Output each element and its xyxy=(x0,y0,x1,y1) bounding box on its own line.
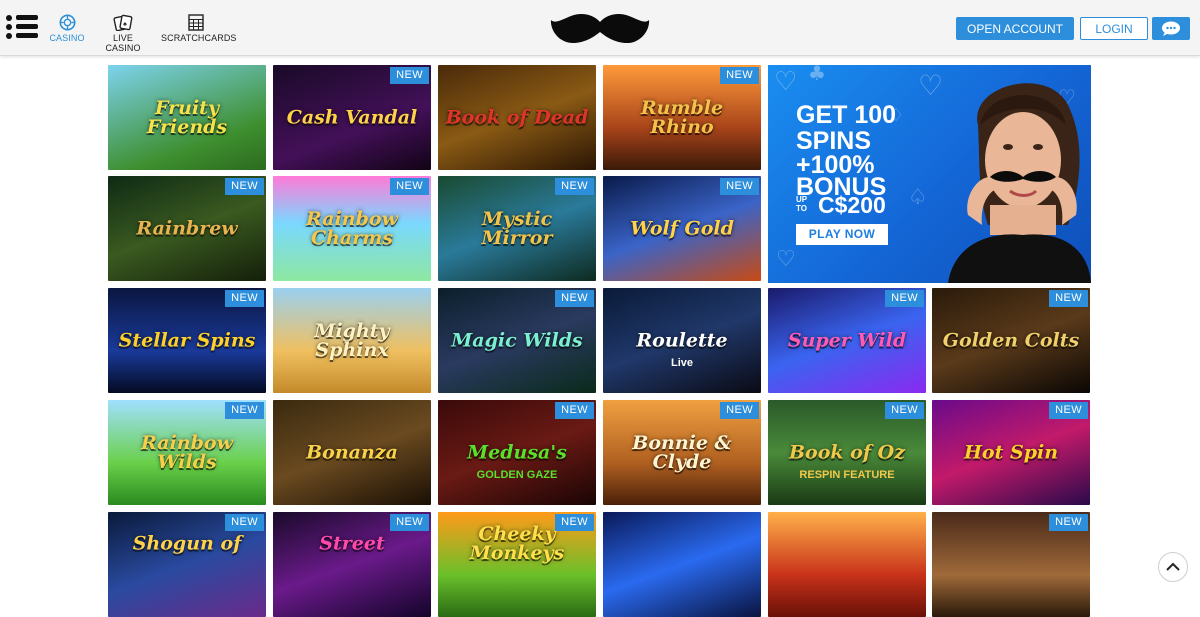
new-badge: NEW xyxy=(555,514,594,531)
game-tile[interactable]: Book of Oz RESPIN FEATURE NEW xyxy=(768,400,926,505)
scroll-to-top-button[interactable] xyxy=(1158,552,1188,582)
game-tile[interactable]: Bonnie & Clyde NEW xyxy=(603,400,761,505)
new-badge: NEW xyxy=(225,402,264,419)
new-badge: NEW xyxy=(555,178,594,195)
game-tile[interactable]: Medusa's GOLDEN GAZE NEW xyxy=(438,400,596,505)
game-subtitle: RESPIN FEATURE xyxy=(799,469,895,482)
nav-scratchcards[interactable]: SCRATCHCARDS xyxy=(161,14,236,43)
game-tile[interactable]: Stellar Spins NEW xyxy=(108,288,266,393)
club-suit-icon: ♣ xyxy=(808,65,826,85)
game-title: Shogun of xyxy=(132,532,242,554)
game-tile[interactable]: Mighty Sphinx xyxy=(273,288,431,393)
nav-live-casino-label: LIVE CASINO xyxy=(105,33,141,53)
casino-chip-icon xyxy=(59,14,75,31)
new-badge: NEW xyxy=(720,67,759,84)
nav-casino-label: CASINO xyxy=(49,33,85,43)
game-title: Fruity Friends xyxy=(146,96,228,138)
scratchcard-grid-icon xyxy=(188,14,204,31)
game-title: Rainbow Wilds xyxy=(141,431,233,473)
new-badge: NEW xyxy=(225,290,264,307)
game-tile[interactable]: Magic Wilds NEW xyxy=(438,288,596,393)
game-tile[interactable]: Mystic Mirror NEW xyxy=(438,176,596,281)
game-title: Book of Dead xyxy=(445,106,589,128)
game-tile[interactable]: Super Wild NEW xyxy=(768,288,926,393)
game-subtitle: GOLDEN GAZE xyxy=(476,469,558,482)
heart-suit-icon: ♡ xyxy=(776,247,796,272)
game-tile[interactable]: Roulette Live xyxy=(603,288,761,393)
game-title: Cash Vandal xyxy=(286,106,418,128)
new-badge: NEW xyxy=(390,178,429,195)
game-tile[interactable]: Bonanza xyxy=(273,400,431,505)
game-title: Roulette xyxy=(636,329,728,351)
playing-cards-icon: ♠ xyxy=(113,14,133,31)
promo-amount: C$200 xyxy=(818,192,886,218)
game-tile[interactable]: Book of Dead xyxy=(438,65,596,170)
new-badge: NEW xyxy=(555,290,594,307)
play-now-button[interactable]: PLAY NOW xyxy=(796,224,888,245)
svg-text:♠: ♠ xyxy=(123,21,127,28)
hamburger-menu-icon[interactable] xyxy=(6,13,38,41)
promo-headline-1: GET 100 xyxy=(796,101,897,129)
game-title: Bonanza xyxy=(306,441,398,463)
game-title: Street xyxy=(319,532,385,554)
new-badge: NEW xyxy=(1049,402,1088,419)
game-tile[interactable]: Cheeky Monkeys NEW xyxy=(438,512,596,617)
new-badge: NEW xyxy=(555,402,594,419)
game-tile[interactable]: NEW xyxy=(932,512,1090,617)
new-badge: NEW xyxy=(1049,290,1088,307)
game-subtitle: Live xyxy=(670,357,693,370)
open-account-button[interactable]: OPEN ACCOUNT xyxy=(956,17,1074,40)
game-tile[interactable]: Rainbow Charms NEW xyxy=(273,176,431,281)
game-tile[interactable]: Golden Colts NEW xyxy=(932,288,1090,393)
game-tile[interactable] xyxy=(768,512,926,617)
game-title: Magic Wilds xyxy=(451,329,583,351)
new-badge: NEW xyxy=(1049,514,1088,531)
promo-up-to: UP TO xyxy=(796,195,807,213)
game-tile[interactable]: Shogun of NEW xyxy=(108,512,266,617)
game-title: Bonnie & Clyde xyxy=(632,431,732,473)
heart-suit-icon: ♡ xyxy=(774,67,798,97)
game-title: Golden Colts xyxy=(942,329,1080,351)
game-title: Rumble Rhino xyxy=(640,96,724,138)
game-title: Hot Spin xyxy=(963,441,1059,463)
game-tile[interactable]: Rainbow Wilds NEW xyxy=(108,400,266,505)
new-badge: NEW xyxy=(720,178,759,195)
game-title: Mighty Sphinx xyxy=(314,319,390,361)
game-title: Book of Oz xyxy=(789,441,905,463)
game-tile[interactable] xyxy=(603,512,761,617)
new-badge: NEW xyxy=(885,402,924,419)
nav-live-casino[interactable]: ♠ LIVE CASINO xyxy=(95,14,151,53)
new-badge: NEW xyxy=(225,514,264,531)
nav-casino[interactable]: CASINO xyxy=(49,14,85,43)
new-badge: NEW xyxy=(225,178,264,195)
game-tile[interactable]: Wolf Gold NEW xyxy=(603,176,761,281)
login-button[interactable]: LOGIN xyxy=(1080,17,1148,40)
nav-scratchcards-label: SCRATCHCARDS xyxy=(161,33,237,43)
mustache-logo[interactable] xyxy=(549,10,651,48)
chat-bubble-icon xyxy=(1162,21,1180,36)
game-title: Wolf Gold xyxy=(630,217,734,239)
game-title: Mystic Mirror xyxy=(481,207,553,249)
chat-button[interactable] xyxy=(1152,17,1190,40)
game-tile[interactable]: Street NEW xyxy=(273,512,431,617)
game-title: Stellar Spins xyxy=(118,329,256,351)
new-badge: NEW xyxy=(390,67,429,84)
game-tile[interactable]: Rumble Rhino NEW xyxy=(603,65,761,170)
game-title: Super Wild xyxy=(787,329,907,351)
game-tile[interactable]: Hot Spin NEW xyxy=(932,400,1090,505)
model-with-mustache-image xyxy=(948,83,1091,283)
promo-banner[interactable]: ♡ ♣ ♡ ♢ ♤ ♡ ♡ GET 100 SPINS +100% BONUS … xyxy=(768,65,1091,283)
game-title: Medusa's xyxy=(467,441,567,463)
top-header: CASINO ♠ LIVE CASINO SCRATCHCARDS OPEN A… xyxy=(0,0,1200,56)
new-badge: NEW xyxy=(720,402,759,419)
game-tile[interactable]: Fruity Friends xyxy=(108,65,266,170)
game-title: Rainbow Charms xyxy=(306,207,398,249)
chevron-up-icon xyxy=(1166,562,1180,571)
game-tile[interactable]: Rainbrew NEW xyxy=(108,176,266,281)
game-tile[interactable]: Cash Vandal NEW xyxy=(273,65,431,170)
game-title: Rainbrew xyxy=(136,217,238,239)
new-badge: NEW xyxy=(390,514,429,531)
new-badge: NEW xyxy=(885,290,924,307)
